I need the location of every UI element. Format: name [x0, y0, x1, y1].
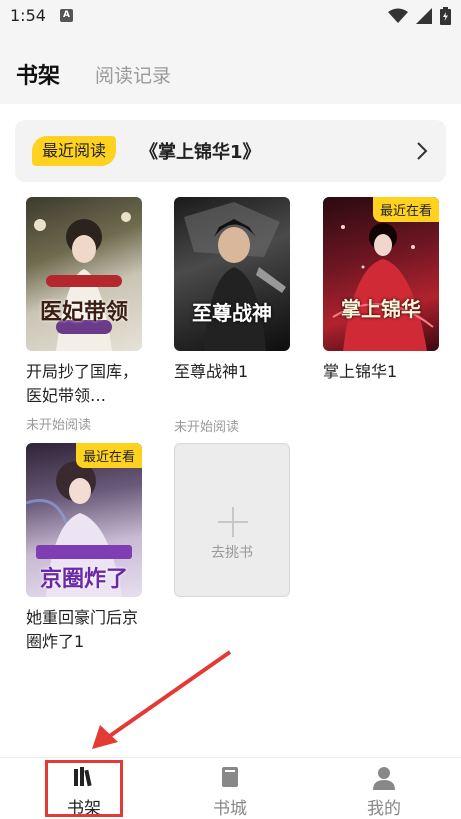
chevron-right-icon [417, 142, 428, 160]
book-cover[interactable]: 最近在看 京圈炸了 [26, 443, 142, 597]
book-status: 未开始阅读 [174, 420, 240, 435]
nav-label: 我的 [367, 799, 401, 819]
book-cover[interactable]: 医妃带领 [26, 197, 142, 351]
nav-bookshelf[interactable]: 书架 [34, 758, 134, 819]
recent-badge: 最近在看 [372, 197, 439, 222]
tab-bookshelf[interactable]: 书架 [16, 58, 60, 90]
book-card[interactable]: 最近在看 京圈炸了 她重回豪门后京圈炸了1 [26, 443, 142, 654]
status-time: 1:54 [10, 6, 46, 25]
recent-reading-badge: 最近阅读 [32, 136, 117, 166]
nav-label: 书城 [213, 799, 247, 819]
add-book-label: 去挑书 [211, 545, 253, 561]
signal-icon [416, 8, 432, 24]
status-bar: 1:54 A [0, 0, 461, 34]
recent-badge: 最近在看 [75, 443, 142, 468]
add-book-button[interactable]: 去挑书 [174, 443, 290, 597]
wifi-icon [388, 8, 408, 23]
book-card[interactable]: 最近在看 掌上锦华 掌上锦华1 [323, 197, 439, 384]
book-title: 她重回豪门后京圈炸了1 [26, 608, 139, 651]
header: 书架 阅读记录 [0, 34, 461, 104]
book-card[interactable]: 医妃带领 开局抄了国库，医妃带领… 未开始阅读 [26, 197, 142, 433]
cover-title: 京圈炸了 [39, 567, 128, 592]
book-title: 掌上锦华1 [323, 362, 398, 381]
book-title: 至尊战神1 [174, 362, 249, 381]
bottom-nav: 书架 书城 我的 [0, 757, 461, 819]
book-cover[interactable]: 至尊战神 [174, 197, 290, 351]
nav-label: 书架 [67, 799, 101, 819]
book-cover[interactable]: 最近在看 掌上锦华 [323, 197, 439, 351]
cover-art [184, 202, 286, 351]
cover-art [34, 212, 131, 351]
recent-reading-bar[interactable]: 最近阅读 《掌上锦华1》 [15, 120, 446, 182]
book-status: 未开始阅读 [26, 418, 92, 433]
cover-title: 掌上锦华 [341, 297, 421, 321]
notification-icon: A [60, 9, 73, 22]
book-title: 开局抄了国库，医妃带领… [26, 362, 139, 405]
cover-title: 医妃带领 [39, 300, 128, 325]
user-icon [373, 767, 395, 790]
recent-book-title: 《掌上锦华1》 [140, 142, 261, 163]
book-icon [222, 767, 238, 787]
battery-icon [440, 7, 451, 25]
bookshelf-icon [74, 767, 92, 787]
plus-icon [232, 507, 234, 537]
system-icons [388, 7, 451, 25]
nav-bookstore[interactable]: 书城 [180, 758, 280, 819]
cover-title: 至尊战神 [192, 301, 272, 325]
book-card[interactable]: 至尊战神 至尊战神1 未开始阅读 [174, 197, 290, 435]
nav-profile[interactable]: 我的 [334, 758, 434, 819]
tab-reading-history[interactable]: 阅读记录 [95, 61, 171, 88]
